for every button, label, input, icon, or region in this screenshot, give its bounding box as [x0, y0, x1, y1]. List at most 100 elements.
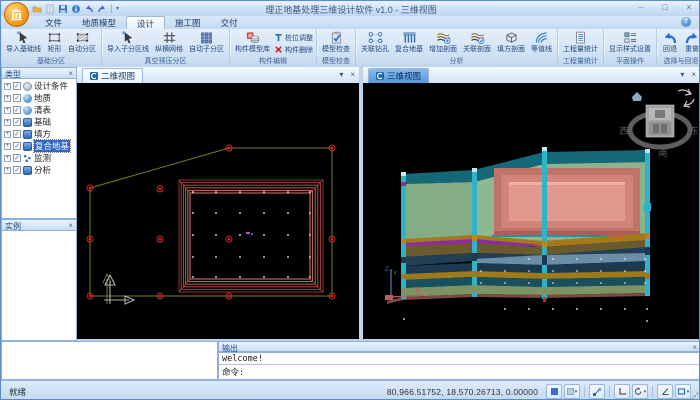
expand-icon[interactable]	[4, 107, 11, 114]
help-icon[interactable]	[681, 17, 691, 27]
tree-item-fill[interactable]: 填方	[2, 128, 76, 140]
tree-item-geology[interactable]: 地质	[2, 92, 76, 104]
expand-icon[interactable]	[4, 95, 11, 102]
expand-icon[interactable]	[4, 119, 11, 126]
save-icon[interactable]	[58, 4, 68, 14]
info-icon[interactable]	[71, 4, 81, 14]
tab-geology-model[interactable]: 地质模型	[72, 16, 126, 29]
new-document-icon[interactable]	[45, 4, 55, 14]
checkbox[interactable]	[13, 154, 21, 162]
ribbon-group-select-undo: 回退 重做 选择与回退	[657, 29, 700, 67]
tab-construction-drawing[interactable]: 施工图	[165, 16, 211, 29]
checkbox[interactable]	[13, 130, 21, 138]
instance-panel-body	[1, 231, 77, 341]
redo-button[interactable]: 重做	[682, 30, 700, 54]
grid-icon	[162, 30, 177, 45]
checkbox[interactable]	[13, 82, 21, 90]
view-logo-icon	[376, 72, 384, 80]
add-section-button[interactable]: 增加剖面	[427, 30, 459, 54]
tab-file[interactable]: 文件	[35, 16, 72, 29]
ribbon-group-label: 构件编辑	[230, 57, 316, 67]
chevron-down-icon[interactable]	[680, 70, 684, 79]
component-delete-button[interactable]: 构件删除	[274, 44, 313, 55]
expand-icon[interactable]	[4, 167, 11, 174]
tree-item-design-conditions[interactable]: 设计条件	[2, 80, 76, 92]
foundation-frame	[179, 180, 323, 292]
rotate-dropdown-icon[interactable]: ▾	[632, 384, 648, 399]
orbit-arrows-icon[interactable]	[678, 89, 694, 107]
tab-design[interactable]: 设计	[126, 16, 165, 29]
rectangle-button[interactable]: 矩形	[45, 30, 64, 54]
link-section-button[interactable]: 关联剖面	[461, 30, 493, 54]
resize-grip[interactable]	[691, 392, 699, 400]
rect-mode-dropdown-icon[interactable]: ▾	[675, 384, 691, 399]
minimize-button[interactable]: –	[634, 2, 648, 12]
canvas-2d[interactable]	[77, 83, 359, 339]
undo-button[interactable]: 回退	[660, 30, 680, 54]
tree-item-clearing[interactable]: 清表	[2, 104, 76, 116]
close-icon[interactable]	[68, 221, 73, 230]
contour-button[interactable]: 等值线	[529, 30, 554, 54]
app-logo-button[interactable]	[4, 2, 29, 27]
redo-small-icon[interactable]	[97, 4, 107, 14]
model-check-icon	[329, 30, 344, 45]
site-boundary-outline	[90, 148, 332, 296]
viewcube-east-label: 东	[689, 125, 698, 136]
checkbox[interactable]	[13, 142, 21, 150]
checkbox[interactable]	[13, 118, 21, 126]
auto-partition-button[interactable]: 自动分区	[66, 30, 98, 54]
expand-icon[interactable]	[4, 155, 11, 162]
osnap-icon[interactable]	[589, 384, 605, 399]
close-icon[interactable]	[68, 69, 73, 78]
display-style-settings-button[interactable]: 显示样式设置	[607, 30, 653, 54]
close-icon[interactable]	[692, 343, 697, 352]
quantity-statistics-button[interactable]: 工程量统计	[561, 30, 600, 54]
ucs-axes-icon	[103, 274, 134, 304]
close-button[interactable]: ×	[682, 2, 696, 12]
color-swatch-icon[interactable]	[546, 384, 562, 399]
tree-item-analysis[interactable]: 分析	[2, 164, 76, 176]
view-cube[interactable]: 西 东 南	[619, 105, 698, 158]
checkbox[interactable]	[13, 166, 21, 174]
component-library-button[interactable]: 构件模型库	[233, 30, 272, 54]
chevron-down-icon[interactable]	[339, 70, 343, 79]
tree-item-foundation[interactable]: 基础	[2, 116, 76, 128]
left-dock: 类型 设计条件 地质 清表 基础 填方 复合地基 监测	[1, 67, 77, 341]
close-icon[interactable]	[691, 70, 696, 79]
tree-item-monitoring[interactable]: 监测	[2, 152, 76, 164]
checkbox[interactable]	[13, 94, 21, 102]
link-borehole-button[interactable]: 关联钻孔	[359, 30, 391, 54]
customize-quick-access-dropdown-icon[interactable]: ▾	[116, 5, 119, 12]
checkbox[interactable]	[13, 106, 21, 114]
ortho-corner-icon[interactable]	[614, 384, 630, 399]
tree-item-composite-foundation[interactable]: 复合地基	[2, 140, 76, 152]
auto-subpartition-button[interactable]: 自动子分区	[187, 30, 226, 54]
expand-icon[interactable]	[4, 131, 11, 138]
pile-adjust-button[interactable]: 桩位调整	[274, 32, 313, 43]
canvas-3d[interactable]: 西 东 南 Z Y X	[363, 83, 700, 339]
selection-mark	[246, 232, 253, 235]
tab-delivery[interactable]: 交付	[211, 16, 248, 29]
import-subpartition-line-button[interactable]: 导入子分区线	[105, 30, 151, 54]
import-foundation-line-button[interactable]: 导入基础线	[4, 30, 43, 54]
cross-grid-button[interactable]: 纵横网格	[153, 30, 185, 54]
fill-section-button[interactable]: 填方剖面	[495, 30, 527, 54]
undo-small-icon[interactable]	[84, 4, 94, 14]
output-console[interactable]: welcome! 命令:	[218, 352, 700, 380]
close-icon[interactable]	[350, 70, 355, 79]
model-check-button[interactable]: 模型检查	[320, 30, 352, 54]
layer-swatch-dropdown-icon[interactable]: ▾	[564, 384, 580, 399]
composite-foundation-button[interactable]: 复合地基	[393, 30, 425, 54]
maximize-button[interactable]: □	[658, 2, 672, 12]
expand-icon[interactable]	[4, 143, 11, 150]
tab-3d-view[interactable]: 三维视图	[368, 68, 429, 83]
tab-2d-view[interactable]: 二维视图	[82, 68, 143, 83]
type-panel-header: 类型	[1, 67, 77, 79]
open-folder-icon[interactable]	[32, 4, 42, 14]
home-icon[interactable]	[632, 92, 642, 101]
axis-y-label: Y	[393, 271, 397, 277]
rectangle-icon	[47, 30, 62, 45]
command-prompt[interactable]: 命令:	[219, 364, 700, 379]
expand-icon[interactable]	[4, 83, 11, 90]
angle-icon[interactable]	[657, 384, 673, 399]
